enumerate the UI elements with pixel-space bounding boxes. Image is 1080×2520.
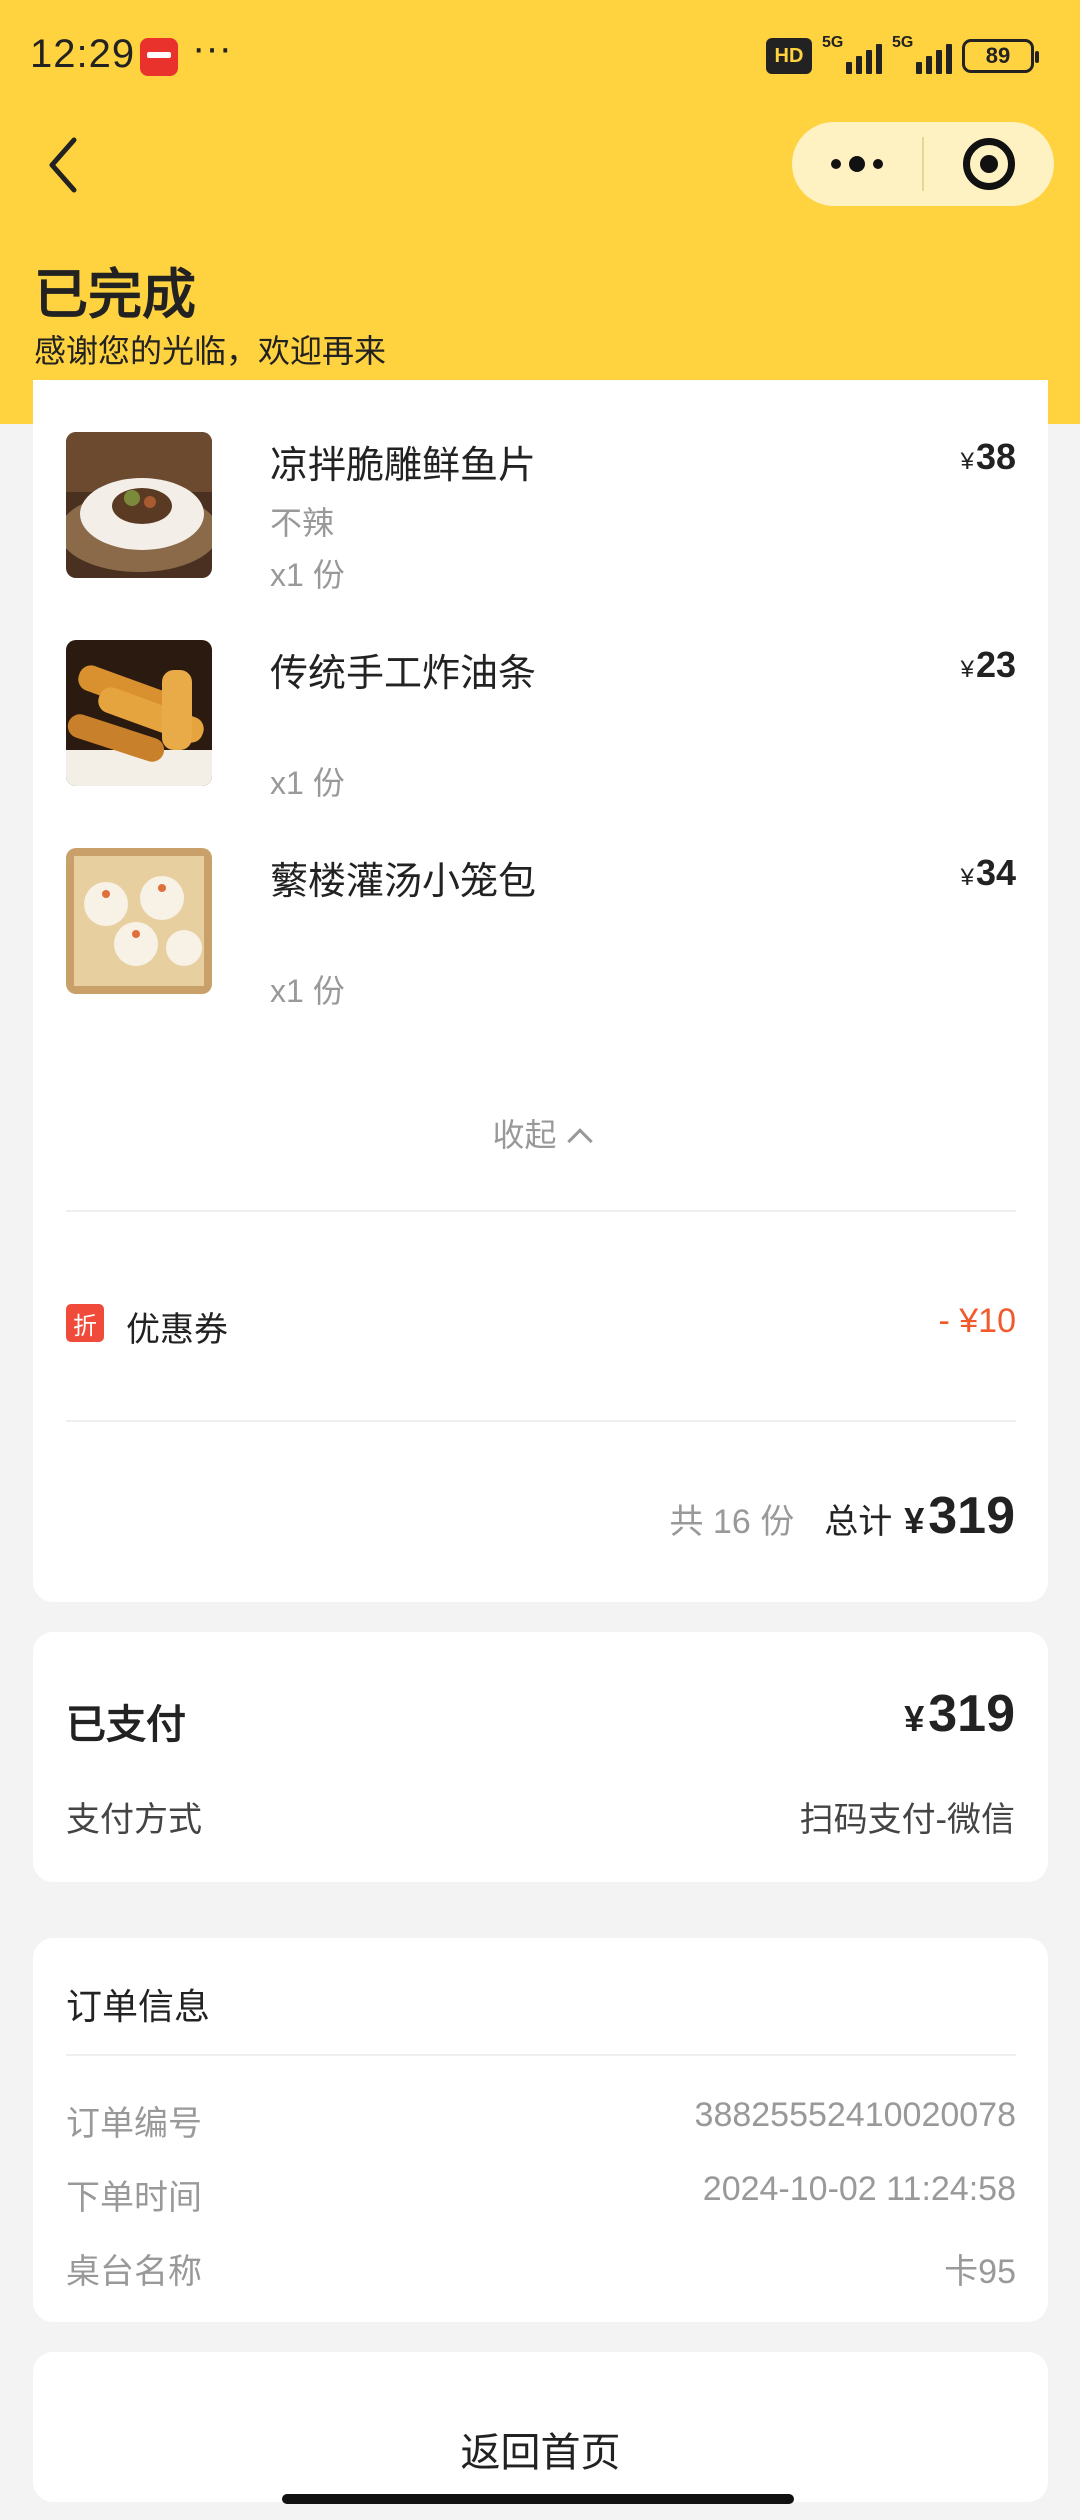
order-info-title: 订单信息: [66, 1986, 211, 2027]
paid-amount: ¥319: [904, 1685, 1015, 1743]
total-amount: 319: [928, 1487, 1015, 1545]
chevron-left-icon: [49, 137, 77, 193]
order-number-value: 38825552410020078: [694, 2096, 1016, 2134]
list-item: 凉拌脆雕鲜鱼片 不辣 x1 份 ¥38: [66, 432, 1016, 593]
list-item: 传统手工炸油条 x1 份 ¥23: [66, 640, 1016, 801]
payment-method-label: 支付方式: [66, 1801, 202, 1839]
signal-icon-2: 5G: [892, 34, 952, 74]
dish-quantity: x1 份: [270, 765, 345, 801]
dish-image: [66, 848, 212, 994]
home-indicator[interactable]: [282, 2494, 794, 2504]
status-time: 12:29: [30, 32, 136, 76]
dish-quantity: x1 份: [270, 557, 345, 593]
app-notification-icon: [140, 38, 178, 76]
chevron-up-icon: [566, 1128, 593, 1154]
dish-price: ¥34: [960, 852, 1016, 893]
status-bar: 12:29 ··· HD 5G 5G 89: [0, 0, 1080, 110]
back-button[interactable]: [38, 130, 98, 200]
order-status-subtitle: 感谢您的光临，欢迎再来: [34, 333, 387, 369]
total-row: 共 16 份 总计 ¥ 319: [669, 1486, 1015, 1546]
more-options-button[interactable]: [792, 122, 922, 206]
order-number-label: 订单编号: [66, 2105, 202, 2143]
collapse-button[interactable]: 收起: [33, 1110, 1048, 1156]
dish-spec: 不辣: [270, 505, 335, 541]
table-name-value: 卡95: [944, 2253, 1016, 2291]
status-indicators: HD 5G 5G 89: [766, 34, 1039, 76]
mini-program-capsule: [792, 122, 1054, 206]
return-home-label: 返回首页: [460, 2431, 621, 2475]
dish-quantity: x1 份: [270, 973, 345, 1009]
divider: [66, 1210, 1016, 1212]
divider: [66, 1420, 1016, 1422]
order-items-card: 凉拌脆雕鲜鱼片 不辣 x1 份 ¥38 传统手工炸油条 x1 份 ¥23 蘩楼灌…: [33, 380, 1048, 1602]
discount-icon: 折: [66, 1304, 104, 1342]
signal-icon-1: 5G: [822, 34, 882, 74]
close-mini-program-button[interactable]: [924, 122, 1054, 206]
dish-name: 蘩楼灌汤小笼包: [270, 861, 537, 903]
table-name-row: 桌台名称 卡95: [66, 2244, 1016, 2291]
order-time-value: 2024-10-02 11:24:58: [702, 2170, 1016, 2208]
dish-image: [66, 640, 212, 786]
dish-price: ¥23: [960, 644, 1016, 685]
dish-name: 传统手工炸油条: [270, 653, 537, 695]
battery-icon: 89: [962, 39, 1039, 73]
coupon-value: - ¥10: [938, 1302, 1017, 1340]
dish-name: 凉拌脆雕鲜鱼片: [270, 445, 537, 487]
total-currency: ¥: [904, 1500, 925, 1541]
order-time-label: 下单时间: [66, 2179, 202, 2217]
dish-price: ¥38: [960, 436, 1016, 477]
payment-method-value: 扫码支付-微信: [799, 1801, 1015, 1839]
total-count: 共 16 份: [669, 1503, 795, 1541]
order-info-card: 订单信息 订单编号 38825552410020078 下单时间 2024-10…: [33, 1938, 1048, 2322]
table-name-label: 桌台名称: [66, 2253, 202, 2291]
coupon-row: 折 优惠券 - ¥10: [66, 1298, 1017, 1349]
collapse-label: 收起: [492, 1117, 557, 1153]
order-status-title: 已完成: [34, 265, 196, 325]
payment-card: 已支付 ¥319 支付方式 扫码支付-微信: [33, 1632, 1048, 1882]
return-home-button[interactable]: 返回首页: [33, 2352, 1048, 2502]
hd-icon: HD: [766, 38, 812, 74]
status-more-dots: ···: [192, 26, 232, 70]
order-number-row: 订单编号 38825552410020078: [66, 2096, 1016, 2143]
header: 12:29 ··· HD 5G 5G 89 已完成 感谢您的光临，欢迎再来: [0, 0, 1080, 424]
total-label: 总计: [824, 1503, 893, 1541]
list-item: 蘩楼灌汤小笼包 x1 份 ¥34: [66, 848, 1016, 1009]
dish-image: [66, 432, 212, 578]
coupon-label: 优惠券: [126, 1311, 228, 1349]
payment-status: 已支付: [66, 1703, 186, 1747]
divider: [66, 2054, 1016, 2056]
order-time-row: 下单时间 2024-10-02 11:24:58: [66, 2170, 1016, 2217]
target-icon: [963, 138, 1015, 190]
